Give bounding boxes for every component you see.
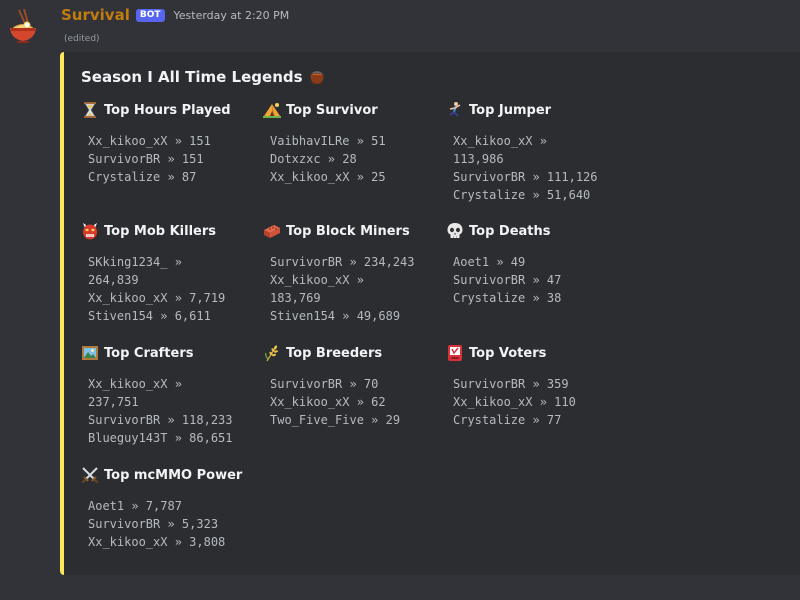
leaderboard-entry: SurvivorBR » 118,233 [88, 413, 233, 427]
leaderboard-entry: SurvivorBR » 47 [453, 273, 562, 287]
leaderboard-entry: 237,751 [88, 395, 139, 409]
leaderboard-entry: SurvivorBR » 111,126 [453, 170, 598, 184]
hourglass-icon [81, 101, 99, 119]
leaderboard-entry: SKking1234_ » [88, 255, 182, 269]
field-title: Top Crafters [104, 345, 194, 361]
field-title: Top Block Miners [286, 223, 410, 239]
leaderboard-entry: Aoet1 » 7,787 [88, 499, 182, 513]
chat-message: Survival BOT Yesterday at 2:20 PM (edite… [0, 0, 800, 600]
ogre-mask-icon [81, 222, 99, 240]
field-value: Xx_kikoo_xX » 113,986 SurvivorBR » 111,1… [453, 132, 621, 204]
leaderboard-entry: Xx_kikoo_xX » 7,719 [88, 291, 226, 305]
leaderboard-entry: 183,769 [270, 291, 321, 305]
ramen-bowl-avatar[interactable] [8, 8, 38, 44]
message-timestamp[interactable]: Yesterday at 2:20 PM [174, 9, 290, 22]
field-value: VaibhavILRe » 51 Dotxzxc » 28 Xx_kikoo_x… [270, 132, 438, 186]
leaderboard-entry: SurvivorBR » 5,323 [88, 517, 219, 531]
person-jumping-icon [446, 101, 464, 119]
skull-icon [446, 222, 464, 240]
leaderboard-entry: VaibhavILRe » 51 [270, 134, 386, 148]
field-top-block-miners: Top Block Miners SurvivorBR » 234,243 Xx… [263, 222, 438, 325]
leaderboard-entry: Two_Five_Five » 29 [270, 413, 401, 427]
leaderboard-entry: Crystalize » 51,640 [453, 188, 591, 202]
leaderboard-entry: Xx_kikoo_xX » 62 [270, 395, 386, 409]
leaderboard-entry: Xx_kikoo_xX » 110 [453, 395, 576, 409]
field-top-voters: Top Voters SurvivorBR » 359 Xx_kikoo_xX … [446, 344, 621, 429]
edited-label: (edited) [64, 34, 100, 44]
wheat-sheaf-icon [263, 344, 281, 362]
field-top-mcmmo-power: Top mcMMO Power Aoet1 » 7,787 SurvivorBR… [81, 466, 256, 551]
field-title: Top mcMMO Power [104, 467, 243, 483]
field-top-crafters: Top Crafters Xx_kikoo_xX » 237,751 Survi… [81, 344, 256, 447]
leaderboard-entry: Dotxzxc » 28 [270, 152, 357, 166]
field-value: Xx_kikoo_xX » 151 SurvivorBR » 151 Cryst… [88, 132, 256, 186]
leaderboard-entry: Stiven154 » 49,689 [270, 309, 401, 323]
field-top-hours-played: Top Hours Played Xx_kikoo_xX » 151 Survi… [81, 101, 256, 186]
leaderboard-entry: Crystalize » 77 [453, 413, 562, 427]
field-title: Top Hours Played [104, 102, 231, 118]
leaderboard-entry: Xx_kikoo_xX » [270, 273, 364, 287]
field-value: Aoet1 » 7,787 SurvivorBR » 5,323 Xx_kiko… [88, 497, 256, 551]
ballot-box-icon [446, 344, 464, 362]
field-title: Top Jumper [469, 102, 552, 118]
field-title: Top Breeders [286, 345, 383, 361]
leaderboard-entry: SurvivorBR » 359 [453, 377, 569, 391]
leaderboard-entry: Crystalize » 38 [453, 291, 562, 305]
leaderboard-entry: 113,986 [453, 152, 504, 166]
leaderboard-entry: Xx_kikoo_xX » 25 [270, 170, 386, 184]
camping-tent-icon [263, 101, 281, 119]
leaderboard-entry: Stiven154 » 6,611 [88, 309, 211, 323]
leaderboard-entry: Xx_kikoo_xX » [453, 134, 547, 148]
field-value: Xx_kikoo_xX » 237,751 SurvivorBR » 118,2… [88, 375, 256, 447]
author-name[interactable]: Survival [61, 6, 130, 24]
field-top-survivor: Top Survivor VaibhavILRe » 51 Dotxzxc » … [263, 101, 438, 186]
leaderboard-entry: Xx_kikoo_xX » 3,808 [88, 535, 226, 549]
brick-icon [263, 222, 281, 240]
framed-picture-icon [81, 344, 99, 362]
bot-badge: BOT [135, 8, 165, 22]
leaderboard-entry: Xx_kikoo_xX » [88, 377, 182, 391]
field-value: SurvivorBR » 234,243 Xx_kikoo_xX » 183,7… [270, 253, 438, 325]
field-top-jumper: Top Jumper Xx_kikoo_xX » 113,986 Survivo… [446, 101, 621, 204]
field-value: SurvivorBR » 70 Xx_kikoo_xX » 62 Two_Fiv… [270, 375, 438, 429]
leaderboard-entry: Crystalize » 87 [88, 170, 197, 184]
leaderboard-entry: Xx_kikoo_xX » 151 [88, 134, 211, 148]
field-title: Top Voters [469, 345, 547, 361]
field-title: Top Survivor [286, 102, 378, 118]
field-top-mob-killers: Top Mob Killers SKking1234_ » 264,839 Xx… [81, 222, 256, 325]
field-value: SurvivorBR » 359 Xx_kikoo_xX » 110 Cryst… [453, 375, 621, 429]
crossed-swords-icon [81, 466, 99, 484]
embed-title: Season I All Time Legends [81, 68, 326, 86]
field-value: Aoet1 » 49 SurvivorBR » 47 Crystalize » … [453, 253, 621, 307]
leaderboard-entry: Blueguy143T » 86,651 [88, 431, 233, 445]
field-top-breeders: Top Breeders SurvivorBR » 70 Xx_kikoo_xX… [263, 344, 438, 429]
leaderboard-entry: SurvivorBR » 70 [270, 377, 379, 391]
message-header: Survival BOT Yesterday at 2:20 PM [61, 5, 289, 25]
leaderboard-entry: 264,839 [88, 273, 139, 287]
embed-title-text: Season I All Time Legends [81, 68, 303, 86]
field-value: SKking1234_ » 264,839 Xx_kikoo_xX » 7,71… [88, 253, 256, 325]
leaderboard-entry: SurvivorBR » 234,243 [270, 255, 415, 269]
leaderboard-entry: Aoet1 » 49 [453, 255, 526, 269]
leaderboard-embed: Season I All Time Legends Top Hours Play… [60, 52, 800, 575]
field-top-deaths: Top Deaths Aoet1 » 49 SurvivorBR » 47 Cr… [446, 222, 621, 307]
field-title: Top Mob Killers [104, 223, 217, 239]
witch-cauldron-icon [308, 68, 326, 86]
leaderboard-entry: SurvivorBR » 151 [88, 152, 204, 166]
field-title: Top Deaths [469, 223, 551, 239]
